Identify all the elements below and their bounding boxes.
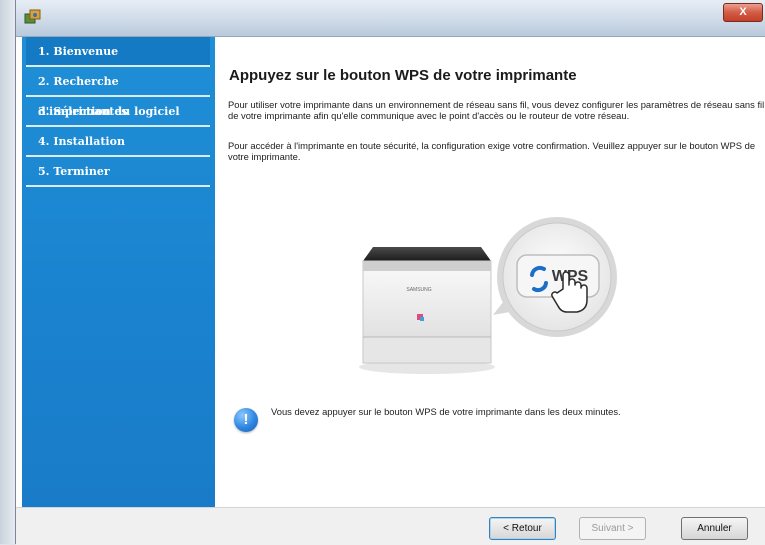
printer-icon [359,247,495,374]
sidebar-step-installation: 4. Installation [26,127,210,157]
page-title: Appuyez sur le bouton WPS de votre impri… [229,67,577,84]
sidebar-step-terminer: 5. Terminer [26,157,210,187]
button-bar: < Retour Suivant > Annuler [16,507,765,545]
cancel-button[interactable]: Annuler [681,517,748,540]
steps-sidebar: 1. Bienvenue 2. Recherche d'imprimantes … [22,37,215,507]
title-bar: X [16,0,765,37]
back-button[interactable]: < Retour [489,517,556,540]
wps-printer-illustration: SAMSUNG WPS [359,217,617,374]
sidebar-step-bienvenue: 1. Bienvenue [26,37,210,67]
background-window-edge [0,0,16,544]
main-content: Appuyez sur le bouton WPS de votre impri… [222,37,765,507]
wps-callout-bubble: WPS [493,217,617,337]
sidebar-step-recherche: 2. Recherche d'imprimantes [26,67,210,118]
next-button[interactable]: Suivant > [579,517,646,540]
close-button[interactable]: X [723,3,763,22]
installer-window: X 1. Bienvenue 2. Recherche d'imprimante… [15,0,765,545]
instruction-paragraph-2: Pour accéder à l'imprimante en toute séc… [228,140,756,162]
sidebar-step-selection: 3. Sélection du logiciel [26,97,210,127]
timeout-note: Vous devez appuyer sur le bouton WPS de … [271,406,621,417]
installer-app-icon [24,9,41,24]
instruction-paragraph-1: Pour utiliser votre imprimante dans un e… [228,99,765,121]
info-icon: ! [234,408,258,432]
printer-brand-label: SAMSUNG [406,287,431,293]
